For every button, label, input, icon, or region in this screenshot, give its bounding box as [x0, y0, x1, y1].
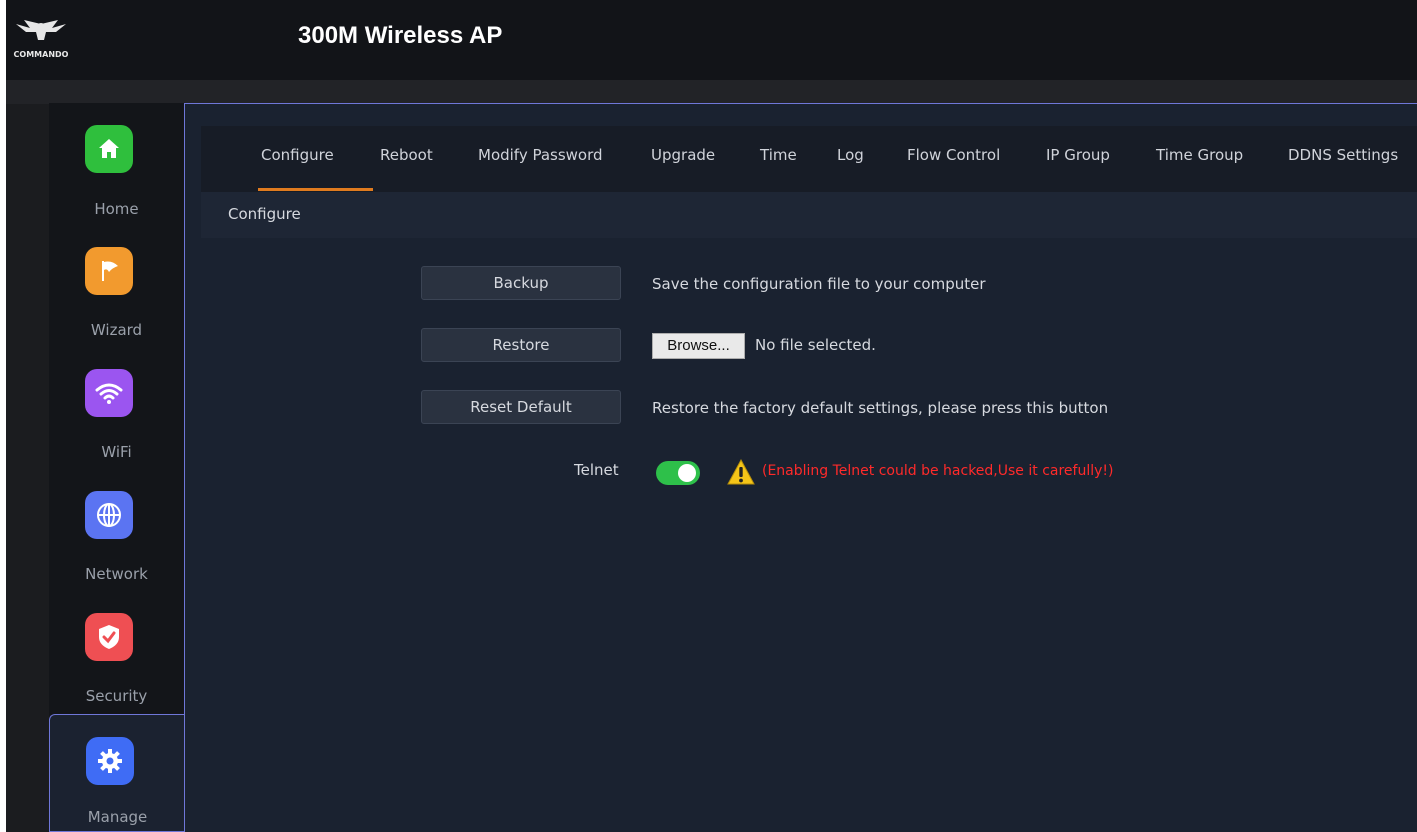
tab-time-group[interactable]: Time Group — [1156, 146, 1243, 164]
tab-log[interactable]: Log — [837, 146, 864, 164]
backup-description: Save the configuration file to your comp… — [652, 275, 986, 293]
browse-file-button[interactable]: Browse... — [652, 333, 745, 359]
tab-ddns-settings[interactable]: DDNS Settings — [1288, 146, 1398, 164]
tab-reboot[interactable]: Reboot — [380, 146, 433, 164]
toggle-knob — [678, 464, 696, 482]
window-edge — [0, 0, 6, 832]
telnet-warning: (Enabling Telnet could be hacked,Use it … — [762, 463, 1114, 479]
active-tab-indicator — [258, 188, 373, 191]
sidebar-item-label: Manage — [87, 808, 148, 826]
sidebar-item-label: Security — [85, 687, 148, 705]
sidebar-item-wizard[interactable]: Wizard — [49, 225, 184, 343]
wifi-icon — [85, 369, 133, 417]
eagle-icon — [16, 20, 66, 40]
sidebar-item-network[interactable]: Network — [49, 469, 184, 587]
file-status: No file selected. — [755, 336, 876, 354]
section-title: Configure — [228, 205, 301, 223]
sidebar-item-manage[interactable]: Manage — [49, 714, 185, 832]
top-bar: COMMANDO 300M Wireless AP — [6, 0, 1417, 80]
sidebar-item-home[interactable]: Home — [49, 103, 184, 221]
sidebar-item-label: Wizard — [90, 321, 143, 339]
gear-icon — [86, 737, 134, 785]
globe-icon — [85, 491, 133, 539]
restore-button[interactable]: Restore — [421, 328, 621, 362]
main-content: Configure Reboot Modify Password Upgrade… — [184, 103, 1417, 832]
home-icon — [85, 125, 133, 173]
logo-text: COMMANDO — [13, 50, 69, 59]
tab-flow-control[interactable]: Flow Control — [907, 146, 1000, 164]
tab-ip-group[interactable]: IP Group — [1046, 146, 1110, 164]
warning-icon — [727, 458, 755, 485]
tab-modify-password[interactable]: Modify Password — [478, 146, 603, 164]
sidebar-item-security[interactable]: Security — [49, 591, 184, 709]
app-title: 300M Wireless AP — [298, 22, 503, 49]
tab-upgrade[interactable]: Upgrade — [651, 146, 715, 164]
sidebar-item-wifi[interactable]: WiFi — [49, 347, 184, 465]
section-header: Configure — [201, 192, 1417, 238]
telnet-label: Telnet — [574, 461, 619, 479]
tab-time[interactable]: Time — [760, 146, 797, 164]
flag-icon — [85, 247, 133, 295]
tab-bar: Configure Reboot Modify Password Upgrade… — [201, 126, 1417, 192]
reset-default-button[interactable]: Reset Default — [421, 390, 621, 424]
commando-logo: COMMANDO — [10, 18, 74, 62]
sidebar-item-label: Home — [94, 200, 139, 218]
reset-description: Restore the factory default settings, pl… — [652, 399, 1109, 417]
header-gap — [6, 80, 1417, 104]
tab-configure[interactable]: Configure — [261, 146, 334, 164]
backup-button[interactable]: Backup — [421, 266, 621, 300]
shield-icon — [85, 613, 133, 661]
sidebar-item-label: WiFi — [101, 443, 132, 461]
telnet-toggle[interactable] — [656, 461, 700, 485]
sidebar-item-label: Network — [85, 565, 148, 583]
